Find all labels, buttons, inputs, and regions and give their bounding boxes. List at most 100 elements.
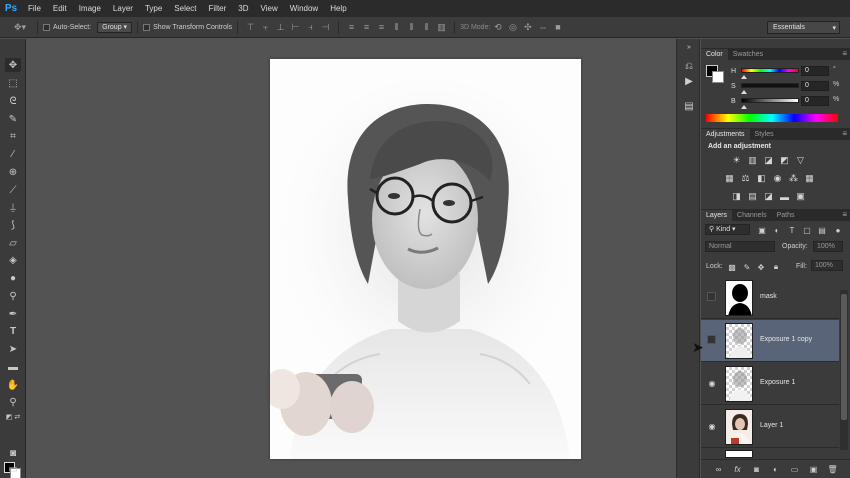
menu-view[interactable]: View: [255, 0, 284, 17]
new-adjustment-layer-icon[interactable]: ◐: [771, 465, 781, 474]
lock-transparency-icon[interactable]: ▩: [727, 262, 737, 272]
layer-row-layer-1[interactable]: ◉ Layer 1: [701, 406, 839, 448]
color-bg-swatch[interactable]: [712, 71, 724, 83]
layer-style-icon[interactable]: fx: [733, 465, 743, 474]
distribute-vcenter-icon[interactable]: ≡: [361, 22, 372, 33]
levels-icon[interactable]: ▥: [747, 155, 758, 166]
color-spectrum-ramp[interactable]: [706, 114, 838, 122]
distribute-left-icon[interactable]: ⦀: [391, 22, 402, 33]
canvas-document[interactable]: [270, 59, 581, 459]
tab-adjustments[interactable]: Adjustments: [701, 129, 750, 140]
filter-pixel-icon[interactable]: ▣: [757, 225, 767, 235]
filter-toggle-icon[interactable]: ●: [833, 225, 843, 235]
screen-mode-icon[interactable]: ▭: [5, 462, 21, 476]
move-tool-preset-icon[interactable]: ✥▾: [10, 22, 30, 33]
color-lookup-icon[interactable]: ▦: [804, 173, 815, 184]
roll-3d-icon[interactable]: ◎: [507, 22, 518, 33]
move-tool-icon[interactable]: ✥: [5, 58, 21, 72]
menu-file[interactable]: File: [22, 0, 47, 17]
distribute-hcenter-icon[interactable]: ⦀: [406, 22, 417, 33]
menu-3d[interactable]: 3D: [232, 0, 254, 17]
saturation-input[interactable]: 0: [801, 81, 829, 91]
layer-row-exposure-1[interactable]: ◉ Exposure 1: [701, 363, 839, 405]
vibrance-icon[interactable]: ▽: [795, 155, 806, 166]
hue-input[interactable]: 0: [801, 66, 829, 76]
hue-slider[interactable]: [741, 68, 799, 73]
tab-color[interactable]: Color: [701, 49, 728, 60]
lasso-tool-icon[interactable]: ᘓ: [5, 94, 21, 108]
distribute-right-icon[interactable]: ⦀: [421, 22, 432, 33]
layer-filter-kind-dropdown[interactable]: ⚲ Kind ▾: [705, 224, 750, 235]
eraser-tool-icon[interactable]: ▱: [5, 236, 21, 250]
hand-tool-icon[interactable]: ✋: [5, 378, 21, 392]
exposure-icon[interactable]: ◩: [779, 155, 790, 166]
filter-smart-object-icon[interactable]: ▤: [817, 225, 827, 235]
slide-3d-icon[interactable]: ⇔: [537, 22, 548, 33]
menu-edit[interactable]: Edit: [47, 0, 73, 17]
layers-scrollbar-thumb[interactable]: [841, 294, 847, 420]
history-brush-tool-icon[interactable]: ⟆: [5, 218, 21, 232]
color-balance-icon[interactable]: ⚖: [740, 173, 751, 184]
blur-tool-icon[interactable]: ●: [5, 271, 21, 285]
history-panel-icon[interactable]: ⎌: [682, 59, 696, 73]
auto-select-option[interactable]: Auto-Select:: [43, 23, 91, 31]
eyedropper-tool-icon[interactable]: ⁄: [5, 147, 21, 161]
link-layers-icon[interactable]: ∞: [714, 465, 724, 474]
layer-row-exposure-1-copy[interactable]: Exposure 1 copy: [701, 320, 839, 362]
path-selection-tool-icon[interactable]: ➤: [5, 342, 21, 356]
filter-adjustment-icon[interactable]: ◐: [772, 225, 782, 235]
auto-select-dropdown[interactable]: Group ▾: [97, 21, 133, 33]
hue-saturation-icon[interactable]: ▦: [724, 173, 735, 184]
rectangle-tool-icon[interactable]: ▬: [5, 360, 21, 374]
align-vcenter-icon[interactable]: ⫟: [260, 22, 271, 33]
paint-bucket-tool-icon[interactable]: ◈: [5, 253, 21, 267]
visibility-toggle-empty[interactable]: [707, 292, 716, 301]
layers-scrollbar[interactable]: [840, 290, 848, 450]
healing-brush-tool-icon[interactable]: ⊕: [5, 165, 21, 179]
menu-filter[interactable]: Filter: [203, 0, 233, 17]
saturation-slider[interactable]: [741, 83, 799, 88]
scale-3d-icon[interactable]: ■: [552, 22, 563, 33]
posterize-icon[interactable]: ▤: [747, 191, 758, 202]
quick-mask-icon[interactable]: ◙: [5, 446, 21, 460]
eye-icon[interactable]: ◉: [706, 378, 718, 388]
menu-image[interactable]: Image: [73, 0, 107, 17]
add-mask-icon[interactable]: ◙: [752, 465, 762, 474]
brightness-slider[interactable]: [741, 98, 799, 103]
filter-shape-icon[interactable]: ▢: [802, 225, 812, 235]
tab-layers[interactable]: Layers: [701, 210, 733, 221]
pen-tool-icon[interactable]: ✒: [5, 307, 21, 321]
dodge-tool-icon[interactable]: ⚲: [5, 289, 21, 303]
panel-menu-icon[interactable]: ≡: [842, 129, 847, 138]
auto-select-checkbox[interactable]: [43, 23, 50, 31]
opacity-input[interactable]: 100%: [813, 241, 843, 252]
auto-align-icon[interactable]: ▥: [436, 22, 447, 33]
tab-paths[interactable]: Paths: [772, 210, 800, 221]
invert-icon[interactable]: ◨: [731, 191, 742, 202]
eye-icon[interactable]: ◉: [706, 421, 718, 431]
photo-filter-icon[interactable]: ◉: [772, 173, 783, 184]
orbit-3d-icon[interactable]: ⟲: [492, 22, 503, 33]
menu-help[interactable]: Help: [324, 0, 352, 17]
pan-3d-icon[interactable]: ✣: [522, 22, 533, 33]
black-white-icon[interactable]: ◧: [756, 173, 767, 184]
selective-color-icon[interactable]: ▣: [795, 191, 806, 202]
menu-type[interactable]: Type: [139, 0, 168, 17]
collapse-arrows-icon[interactable]: »: [682, 40, 696, 54]
workspace-dropdown[interactable]: Essentials ▾: [767, 21, 840, 34]
panel-menu-icon[interactable]: ≡: [842, 210, 847, 219]
brush-tool-icon[interactable]: ⟋: [5, 183, 21, 197]
delete-layer-icon[interactable]: 🗑︎: [828, 465, 838, 474]
menu-window[interactable]: Window: [284, 0, 324, 17]
clone-stamp-tool-icon[interactable]: ⍊: [5, 200, 21, 214]
align-left-icon[interactable]: ⊢: [290, 22, 301, 33]
brightness-slider-thumb[interactable]: [741, 105, 747, 109]
menu-layer[interactable]: Layer: [107, 0, 139, 17]
hue-slider-thumb[interactable]: [741, 75, 747, 79]
menu-select[interactable]: Select: [168, 0, 202, 17]
new-layer-icon[interactable]: ▣: [809, 465, 819, 474]
distribute-bottom-icon[interactable]: ≡: [376, 22, 387, 33]
align-top-icon[interactable]: ⊤: [245, 22, 256, 33]
curves-icon[interactable]: ◪: [763, 155, 774, 166]
panel-menu-icon[interactable]: ≡: [842, 49, 847, 58]
